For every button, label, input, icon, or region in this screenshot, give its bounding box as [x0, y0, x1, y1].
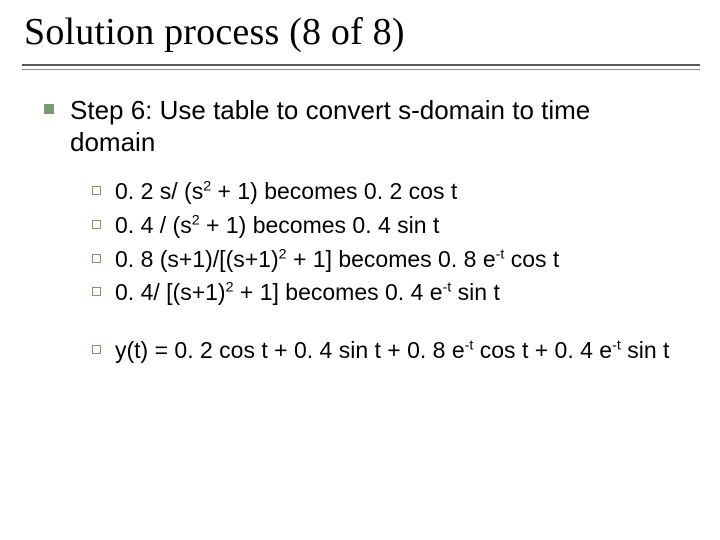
title-wrap: Solution process (8 of 8): [0, 0, 720, 58]
slide-body: Step 6: Use table to convert s-domain to…: [0, 72, 720, 366]
item-a: 0. 2 s/ (s2 + 1) becomes 0. 2 cos t: [115, 177, 457, 207]
bullet-open-square-icon: [92, 220, 101, 229]
list-item: 0. 8 (s+1)/[(s+1)2 + 1] becomes 0. 8 e-t…: [92, 245, 676, 275]
spacer: [92, 312, 676, 336]
bullet-open-square-icon: [92, 186, 101, 195]
bullet-open-square-icon: [92, 345, 101, 354]
list-item: 0. 4/ [(s+1)2 + 1] becomes 0. 4 e-t sin …: [92, 278, 676, 308]
title-underline: [22, 64, 700, 72]
list-item: 0. 4 / (s2 + 1) becomes 0. 4 sin t: [92, 211, 676, 241]
result-line: y(t) = 0. 2 cos t + 0. 4 sin t + 0. 8 e-…: [115, 336, 669, 366]
bullet-square-icon: [44, 104, 54, 114]
step-heading-row: Step 6: Use table to convert s-domain to…: [44, 94, 676, 159]
conversion-list: 0. 2 s/ (s2 + 1) becomes 0. 2 cos t 0. 4…: [92, 177, 676, 366]
step-heading: Step 6: Use table to convert s-domain to…: [70, 94, 676, 159]
slide: Solution process (8 of 8) Step 6: Use ta…: [0, 0, 720, 540]
bullet-open-square-icon: [92, 254, 101, 263]
list-item: y(t) = 0. 2 cos t + 0. 4 sin t + 0. 8 e-…: [92, 336, 676, 366]
item-d: 0. 4/ [(s+1)2 + 1] becomes 0. 4 e-t sin …: [115, 278, 500, 308]
list-item: 0. 2 s/ (s2 + 1) becomes 0. 2 cos t: [92, 177, 676, 207]
item-b: 0. 4 / (s2 + 1) becomes 0. 4 sin t: [115, 211, 439, 241]
bullet-open-square-icon: [92, 287, 101, 296]
slide-title: Solution process (8 of 8): [24, 12, 700, 54]
item-c: 0. 8 (s+1)/[(s+1)2 + 1] becomes 0. 8 e-t…: [115, 245, 559, 275]
